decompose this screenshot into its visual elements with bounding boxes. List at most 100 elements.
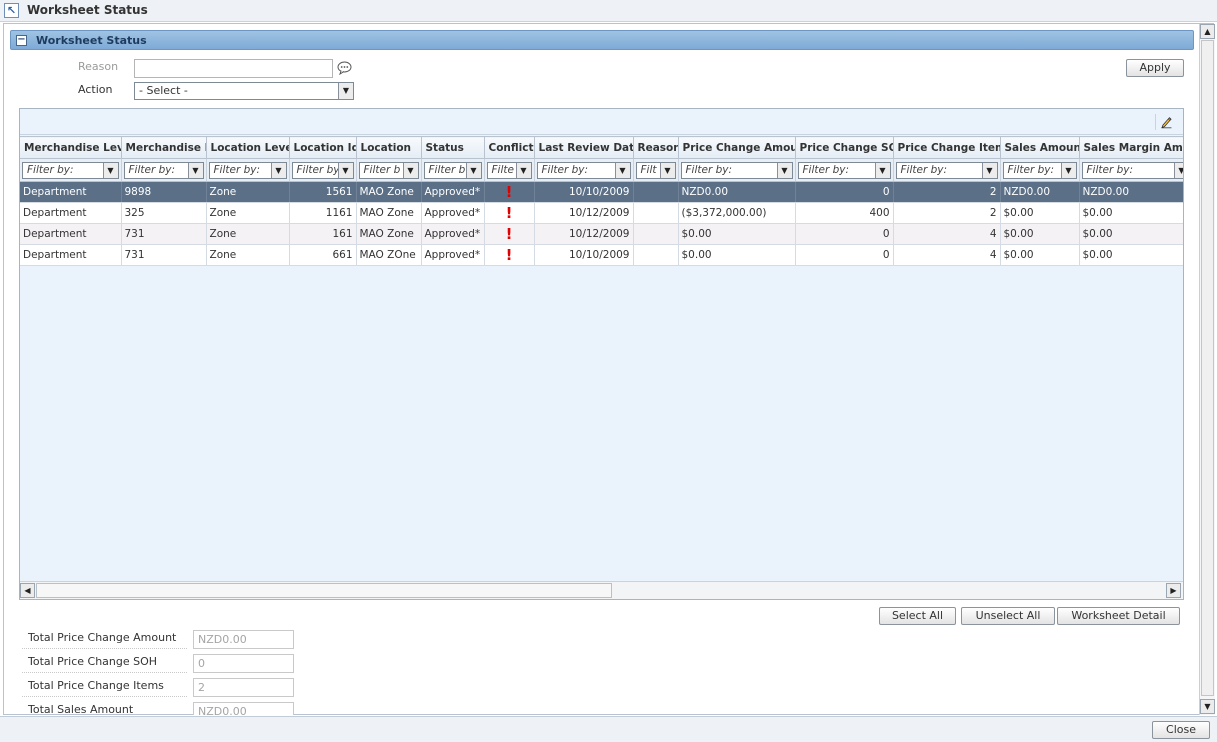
- cell: 731: [121, 223, 207, 245]
- chevron-down-icon[interactable]: ▼: [187, 162, 203, 178]
- vertical-scrollbar[interactable]: ▲ ▼: [1199, 24, 1215, 715]
- cell: NZD0.00: [1079, 181, 1183, 203]
- column-header[interactable]: Reason: [633, 136, 679, 159]
- column-filter[interactable]: Filter by:▼: [797, 161, 891, 179]
- column-header[interactable]: Last Review Date: [534, 136, 634, 159]
- scroll-left-icon[interactable]: ◀: [20, 583, 35, 598]
- scroll-right-icon[interactable]: ▶: [1166, 583, 1181, 598]
- column-header[interactable]: Location Id: [289, 136, 357, 159]
- apply-button[interactable]: Apply: [1126, 59, 1184, 77]
- scroll-up-icon[interactable]: ▲: [1200, 24, 1215, 39]
- conflict-exclamation-icon[interactable]: !: [506, 226, 513, 242]
- cell: Zone: [206, 223, 290, 245]
- chevron-down-icon[interactable]: ▼: [981, 162, 997, 178]
- cell: MAO Zone: [356, 181, 422, 203]
- column-filter[interactable]: Filter by:▼: [1081, 161, 1183, 179]
- chevron-down-icon[interactable]: ▼: [270, 162, 286, 178]
- cell: 10/12/2009: [534, 223, 634, 245]
- column-header[interactable]: Sales Amount: [1000, 136, 1080, 159]
- conflict-exclamation-icon[interactable]: !: [506, 184, 513, 200]
- chevron-down-icon[interactable]: ▼: [102, 162, 118, 178]
- select-all-button[interactable]: Select All: [879, 607, 956, 625]
- chevron-down-icon[interactable]: ▼: [1060, 162, 1076, 178]
- column-header[interactable]: Merchandise Id: [121, 136, 207, 159]
- cell: Zone: [206, 181, 290, 203]
- chevron-down-icon[interactable]: ▼: [337, 162, 353, 178]
- column-header[interactable]: Price Change Amount: [678, 136, 796, 159]
- horizontal-scroll-thumb[interactable]: [36, 583, 612, 598]
- total-price-change-items-label: Total Price Change Items: [22, 677, 187, 697]
- edit-pencil-icon[interactable]: [1155, 114, 1173, 130]
- grid-body: Merchandise Level Merchandise Id Locatio…: [20, 136, 1183, 581]
- conflict-exclamation-icon[interactable]: !: [506, 247, 513, 263]
- chevron-down-icon[interactable]: ▼: [874, 162, 890, 178]
- chevron-down-icon[interactable]: ▼: [515, 162, 531, 178]
- close-button[interactable]: Close: [1152, 721, 1210, 739]
- column-header[interactable]: Status: [421, 136, 485, 159]
- column-filter[interactable]: Filter by:▼: [680, 161, 793, 179]
- cell: 9898: [121, 181, 207, 203]
- section-header: − Worksheet Status: [10, 30, 1194, 50]
- cell: 0: [795, 181, 894, 203]
- column-header[interactable]: Merchandise Level: [20, 136, 122, 159]
- column-header[interactable]: Conflict: [484, 136, 535, 159]
- cell: [633, 223, 679, 245]
- window-resize-icon[interactable]: ↖: [4, 3, 19, 18]
- unselect-all-button[interactable]: Unselect All: [961, 607, 1055, 625]
- column-header[interactable]: Price Change Items: [893, 136, 1001, 159]
- column-filter[interactable]: Filter b ▼: [358, 161, 419, 179]
- cell: 10/10/2009: [534, 244, 634, 266]
- column-filter[interactable]: Filte ▼: [486, 161, 532, 179]
- collapse-icon[interactable]: −: [16, 35, 27, 46]
- conflict-exclamation-icon[interactable]: !: [506, 205, 513, 221]
- action-select-value: - Select -: [139, 84, 188, 97]
- chevron-down-icon[interactable]: ▼: [338, 83, 353, 99]
- chevron-down-icon[interactable]: ▼: [1173, 162, 1183, 178]
- column-filter[interactable]: Filter by:▼: [1002, 161, 1077, 179]
- column-header[interactable]: Price Change SOH: [795, 136, 894, 159]
- cell: $0.00: [678, 244, 796, 266]
- cell: Approved*: [421, 244, 485, 266]
- column-filter[interactable]: Filter b ▼: [423, 161, 482, 179]
- cell: 10/12/2009: [534, 202, 634, 224]
- total-price-change-amount-label: Total Price Change Amount: [22, 629, 187, 649]
- chevron-down-icon[interactable]: ▼: [614, 162, 630, 178]
- total-price-change-soh-label: Total Price Change SOH: [22, 653, 187, 673]
- column-header[interactable]: Location: [356, 136, 422, 159]
- action-select[interactable]: - Select - ▼: [134, 82, 354, 100]
- column-filter[interactable]: Filter by:▼: [123, 161, 204, 179]
- worksheet-detail-button[interactable]: Worksheet Detail: [1057, 607, 1180, 625]
- comment-icon[interactable]: [337, 61, 352, 75]
- cell: $0.00: [1079, 202, 1183, 224]
- column-filter[interactable]: Filter by:▼: [536, 161, 631, 179]
- cell: $0.00: [1000, 244, 1080, 266]
- reason-input[interactable]: [134, 59, 333, 78]
- column-filter[interactable]: Filter by:▼: [208, 161, 287, 179]
- table-row[interactable]: Department 731 Zone 661 MAO ZOne Approve…: [20, 244, 1183, 266]
- cell: 4: [893, 244, 1001, 266]
- horizontal-scrollbar[interactable]: ◀ ▶: [20, 581, 1183, 599]
- scroll-down-icon[interactable]: ▼: [1200, 699, 1215, 714]
- header-row: Merchandise Level Merchandise Id Locatio…: [20, 136, 1183, 159]
- table-row[interactable]: Department 325 Zone 1161 MAO Zone Approv…: [20, 202, 1183, 224]
- cell: 731: [121, 244, 207, 266]
- column-filter[interactable]: Filter by:▼: [895, 161, 998, 179]
- cell: MAO Zone: [356, 202, 422, 224]
- cell: 1161: [289, 202, 357, 224]
- table-row[interactable]: Department 9898 Zone 1561 MAO Zone Appro…: [20, 181, 1183, 203]
- chevron-down-icon[interactable]: ▼: [659, 162, 675, 178]
- vertical-scroll-thumb[interactable]: [1201, 40, 1214, 696]
- cell: Zone: [206, 202, 290, 224]
- column-filter[interactable]: Filter by ▼: [291, 161, 354, 179]
- window-titlebar: ↖ Worksheet Status: [0, 0, 1217, 22]
- table-row[interactable]: Department 731 Zone 161 MAO Zone Approve…: [20, 223, 1183, 245]
- column-filter[interactable]: Filter by:▼: [22, 161, 119, 179]
- column-filter[interactable]: Filt ▼: [635, 161, 676, 179]
- cell: !: [484, 223, 535, 245]
- chevron-down-icon[interactable]: ▼: [776, 162, 792, 178]
- chevron-down-icon[interactable]: ▼: [465, 162, 481, 178]
- column-header[interactable]: Location Level: [206, 136, 290, 159]
- chevron-down-icon[interactable]: ▼: [402, 162, 418, 178]
- cell: 10/10/2009: [534, 181, 634, 203]
- column-header[interactable]: Sales Margin Amount: [1079, 136, 1183, 159]
